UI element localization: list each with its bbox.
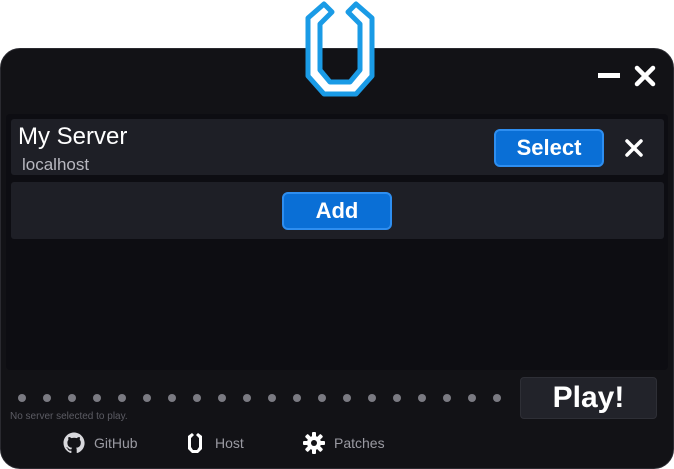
app-root: My Server localhost Select Add No server… [0, 0, 674, 469]
loading-dot [468, 394, 476, 402]
loading-dot [193, 394, 201, 402]
loading-dot [418, 394, 426, 402]
loading-dot [268, 394, 276, 402]
loading-dot [293, 394, 301, 402]
loading-dot [143, 394, 151, 402]
play-button[interactable]: Play! [520, 377, 657, 419]
loading-dot [393, 394, 401, 402]
patches-label: Patches [334, 435, 385, 451]
github-icon [63, 432, 85, 454]
loading-dot [43, 394, 51, 402]
close-window-button[interactable] [631, 62, 659, 90]
loading-dot [218, 394, 226, 402]
loading-dot [368, 394, 376, 402]
remove-server-button[interactable] [620, 134, 648, 162]
gear-icon [303, 432, 325, 454]
host-link[interactable]: Host [183, 430, 244, 456]
github-link[interactable]: GitHub [62, 430, 138, 456]
close-icon [634, 65, 656, 87]
status-text: No server selected to play. [10, 411, 128, 422]
host-logo-icon [188, 433, 202, 453]
loading-dot [343, 394, 351, 402]
close-icon [625, 139, 643, 157]
loading-dot [318, 394, 326, 402]
loading-dot [118, 394, 126, 402]
select-server-button[interactable]: Select [494, 129, 604, 167]
loading-dot [443, 394, 451, 402]
loading-dot [93, 394, 101, 402]
loading-dot [243, 394, 251, 402]
launcher-logo [288, 0, 392, 100]
patches-link[interactable]: Patches [302, 430, 385, 456]
minimize-button[interactable] [595, 62, 623, 90]
server-host: localhost [22, 155, 90, 174]
loading-dots [18, 394, 508, 404]
loading-dot [18, 394, 26, 402]
host-label: Host [215, 435, 244, 451]
server-name: My Server [18, 123, 128, 150]
loading-dot [68, 394, 76, 402]
add-server-button[interactable]: Add [282, 192, 392, 230]
loading-dot [168, 394, 176, 402]
minus-icon [598, 73, 620, 78]
github-label: GitHub [94, 435, 138, 451]
loading-dot [493, 394, 501, 402]
